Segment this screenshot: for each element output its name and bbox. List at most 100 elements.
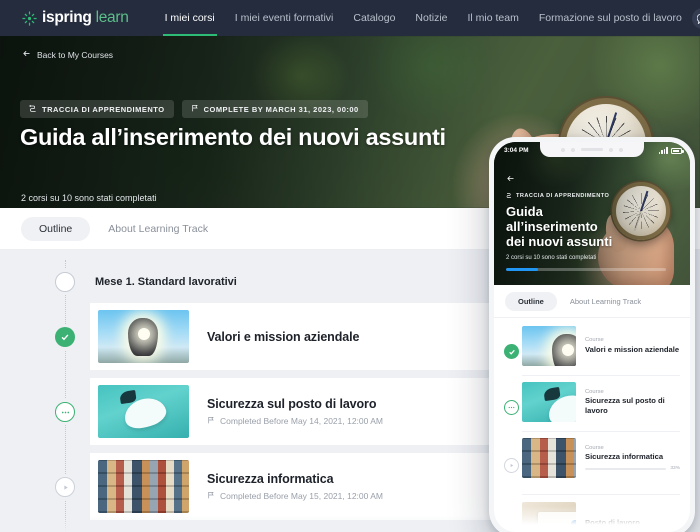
course-title: Valori e mission aziendale <box>207 329 360 344</box>
phone-course-card-body: Course Sicurezza informatica 33% <box>585 445 680 471</box>
phone-mockup: 3:04 PM TRACCIA DI APPRENDIMENTO Guida a… <box>489 137 695 532</box>
phone-tab-label: Outline <box>518 296 544 306</box>
phone-timeline-marker-completed <box>504 344 519 359</box>
course-card-body: Sicurezza informatica Completed Before M… <box>207 472 505 501</box>
nav-item-label: Notizie <box>415 12 448 24</box>
chat-icon[interactable] <box>691 7 700 29</box>
timeline-marker-section <box>55 272 75 292</box>
course-thumbnail <box>98 385 189 438</box>
phone-course-card[interactable]: Course Sicurezza sul posto di lavoro <box>522 382 680 422</box>
course-due: Completed Before May 14, 2021, 12:00 AM <box>207 416 505 426</box>
nav-items: I miei corsi I miei eventi formativi Cat… <box>155 0 692 36</box>
phone-course-kicker: Course <box>585 444 604 451</box>
phone-screen: 3:04 PM TRACCIA DI APPRENDIMENTO Guida a… <box>494 142 690 532</box>
phone-course-progress-percent: 33% <box>670 466 680 472</box>
ellipsis-icon <box>61 411 69 413</box>
phone-course-thumbnail <box>522 326 576 366</box>
course-due-label: Completed Before May 15, 2021, 12:00 AM <box>220 491 384 501</box>
course-title: Sicurezza informatica <box>207 472 334 486</box>
course-title: Sicurezza sul posto di lavoro <box>207 397 377 411</box>
timeline-marker-locked <box>55 477 75 497</box>
nav-item-label: I miei eventi formativi <box>234 12 334 24</box>
track-icon <box>506 192 512 200</box>
course-due: Completed Before May 15, 2021, 12:00 AM <box>207 491 505 501</box>
deadline-badge-label: COMPLETE BY MARCH 31, 2023, 00:00 <box>203 104 359 114</box>
course-card[interactable]: Sicurezza informatica Completed Before M… <box>90 453 505 520</box>
top-navigation-bar: ispring learn I miei corsi I miei eventi… <box>0 0 700 36</box>
play-icon <box>63 484 68 490</box>
tab-outline[interactable]: Outline <box>21 216 91 241</box>
brand-logo[interactable]: ispring learn <box>22 9 129 27</box>
course-card[interactable]: Sicurezza sul posto di lavoro Completed … <box>90 378 505 445</box>
notch-sensor-icon <box>561 147 565 152</box>
signal-icon <box>658 147 668 154</box>
course-card-body: Sicurezza sul posto di lavoro Completed … <box>207 397 505 426</box>
brand-name-learn: learn <box>95 9 129 26</box>
phone-list-divider <box>522 431 680 432</box>
page-title: Guida all’inserimento dei nuovi assunti <box>20 124 446 150</box>
phone-tab-label: About Learning Track <box>569 296 642 306</box>
learning-track-badge: TRACCIA DI APPRENDIMENTO <box>20 100 174 118</box>
status-indicators <box>658 147 684 154</box>
phone-course-title: Sicurezza informatica <box>585 452 664 462</box>
nav-item-notizie[interactable]: Notizie <box>405 0 457 36</box>
nav-item-label: Catalogo <box>353 12 396 24</box>
timeline-marker-completed <box>55 327 75 347</box>
flag-icon <box>207 491 215 501</box>
phone-course-progress-bar <box>585 467 667 470</box>
phone-tab-outline[interactable]: Outline <box>505 291 557 311</box>
flag-icon <box>191 104 199 114</box>
phone-course-card-body: Course Valori e mission aziendale <box>585 337 680 354</box>
arrow-left-icon <box>507 175 514 182</box>
timeline-marker-in-progress <box>55 402 75 422</box>
phone-hero-banner: 3:04 PM TRACCIA DI APPRENDIMENTO Guida a… <box>494 142 690 285</box>
ispring-logo-icon <box>22 10 37 26</box>
ellipsis-icon <box>508 406 515 409</box>
course-card-body: Valori e mission aziendale <box>207 330 505 344</box>
nav-item-i-miei-eventi-formativi[interactable]: I miei eventi formativi <box>225 0 344 36</box>
phone-badge-label: TRACCIA DI APPRENDIMENTO <box>516 193 610 199</box>
phone-course-kicker: Course <box>585 337 604 344</box>
phone-course-title: Posto di lavoro <box>585 517 640 527</box>
phone-course-progress: 33% <box>585 466 680 471</box>
tab-label: Outline <box>39 222 73 235</box>
notch-sensor-icon <box>571 147 575 152</box>
phone-course-title: Valori e mission aziendale <box>585 344 680 354</box>
nav-item-label: Formazione sul posto di lavoro <box>538 12 682 24</box>
tab-about-learning-track[interactable]: About Learning Track <box>90 217 226 241</box>
hero-badges: TRACCIA DI APPRENDIMENTO COMPLETE BY MAR… <box>20 100 368 118</box>
phone-tab-about-learning-track[interactable]: About Learning Track <box>557 292 654 311</box>
phone-course-card[interactable]: Course Valori e mission aziendale <box>522 326 680 366</box>
track-icon <box>29 104 37 114</box>
phone-course-card-body: Posto di lavoro <box>585 516 680 527</box>
phone-back-button[interactable] <box>506 170 515 188</box>
nav-item-il-mio-team[interactable]: Il mio team <box>458 0 529 36</box>
nav-item-catalogo[interactable]: Catalogo <box>343 0 405 36</box>
course-card[interactable]: Valori e mission aziendale <box>90 303 505 370</box>
phone-course-thumbnail <box>522 382 576 422</box>
phone-progress-label: 2 corsi su 10 sono stati completati <box>506 255 597 261</box>
phone-course-card[interactable]: Posto di lavoro <box>522 502 680 532</box>
brand-name-ispring: ispring <box>42 9 92 26</box>
section-title: Mese 1. Standard lavorativi <box>95 276 237 288</box>
nav-item-i-miei-corsi[interactable]: I miei corsi <box>155 0 225 36</box>
arrow-left-icon <box>22 49 31 60</box>
course-thumbnail <box>98 460 189 513</box>
brand-name: ispring learn <box>42 9 129 27</box>
phone-title-line-3: dei nuovi assunti <box>506 234 613 249</box>
back-to-my-courses-link[interactable]: Back to My Courses <box>22 49 113 60</box>
phone-course-list: Course Valori e mission aziendale Course <box>494 318 690 532</box>
status-time: 3:04 PM <box>504 147 529 154</box>
nav-item-formazione-sul-posto-di-lavoro[interactable]: Formazione sul posto di lavoro <box>529 0 692 36</box>
learning-track-badge-label: TRACCIA DI APPRENDIMENTO <box>42 104 165 114</box>
phone-course-thumbnail <box>522 438 576 478</box>
tab-label: About Learning Track <box>108 222 209 235</box>
phone-progress-fill <box>506 268 538 271</box>
phone-course-card[interactable]: Course Sicurezza informatica 33% <box>522 438 680 478</box>
notch-sensor-icon <box>609 147 613 152</box>
back-link-label: Back to My Courses <box>37 49 114 60</box>
nav-actions <box>691 7 700 29</box>
course-thumbnail <box>98 310 189 363</box>
phone-list-divider <box>522 494 680 495</box>
course-due-label: Completed Before May 14, 2021, 12:00 AM <box>220 416 384 426</box>
